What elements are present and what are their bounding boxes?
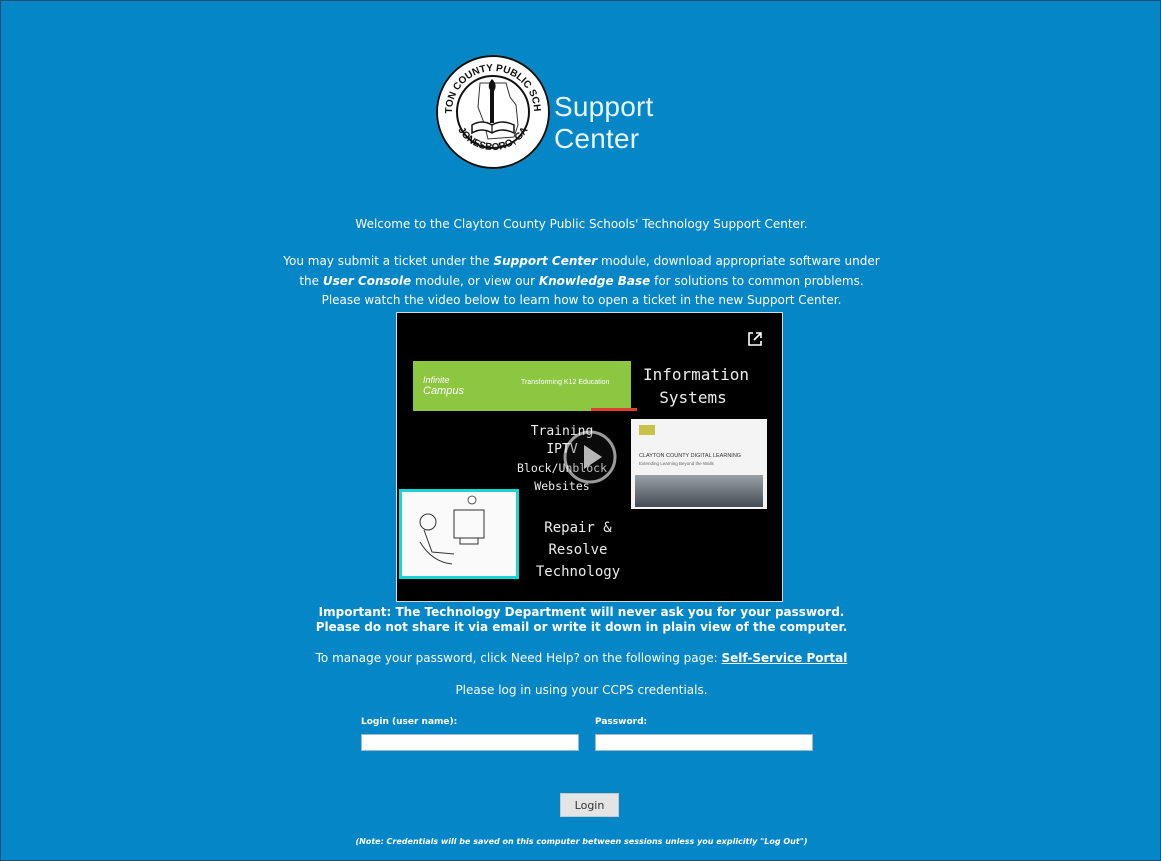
play-icon — [563, 430, 617, 484]
welcome-text: Welcome to the Clayton County Public Sch… — [355, 217, 808, 231]
credentials-note: (Note: Credentials will be saved on this… — [355, 837, 808, 846]
infinite-campus-banner: Infinite Campus Transforming K12 Educati… — [413, 361, 637, 411]
username-label: Login (user name): — [361, 717, 458, 727]
digital-learning-image: CLAYTON COUNTY DIGITAL LEARNING Extendin… — [631, 419, 767, 509]
video-repair: Repair & Resolve Technology — [535, 520, 621, 580]
header: CLAYTON COUNTY PUBLIC SCHOOLS JONESBORO,… — [434, 53, 744, 171]
login-button[interactable]: Login — [560, 793, 619, 817]
app-title: Support Center — [554, 91, 654, 154]
external-link-icon — [748, 332, 762, 346]
username-field[interactable] — [361, 734, 579, 751]
video-player[interactable]: Infinite Campus Transforming K12 Educati… — [396, 312, 783, 602]
repair-cartoon-image — [399, 489, 519, 579]
password-warning: Important: The Technology Department wil… — [315, 605, 848, 634]
open-external-button[interactable] — [746, 330, 764, 348]
intro-line-3: Please watch the video below to learn ho… — [321, 293, 842, 307]
play-button[interactable] — [562, 429, 618, 485]
district-seal-logo: CLAYTON COUNTY PUBLIC SCHOOLS JONESBORO,… — [434, 53, 550, 169]
password-field[interactable] — [595, 734, 813, 751]
manage-password-text: To manage your password, click Need Help… — [315, 651, 848, 665]
self-service-portal-link[interactable]: Self-Service Portal — [722, 651, 848, 665]
intro-line-2: the User Console module, or view our Kno… — [299, 273, 864, 288]
intro-description: You may submit a ticket under the Suppor… — [1, 252, 1161, 311]
intro-line-1: You may submit a ticket under the Suppor… — [283, 254, 880, 268]
password-label: Password: — [595, 717, 648, 727]
video-info-systems: Information Systems — [643, 365, 749, 407]
login-prompt: Please log in using your CCPS credential… — [455, 683, 708, 697]
